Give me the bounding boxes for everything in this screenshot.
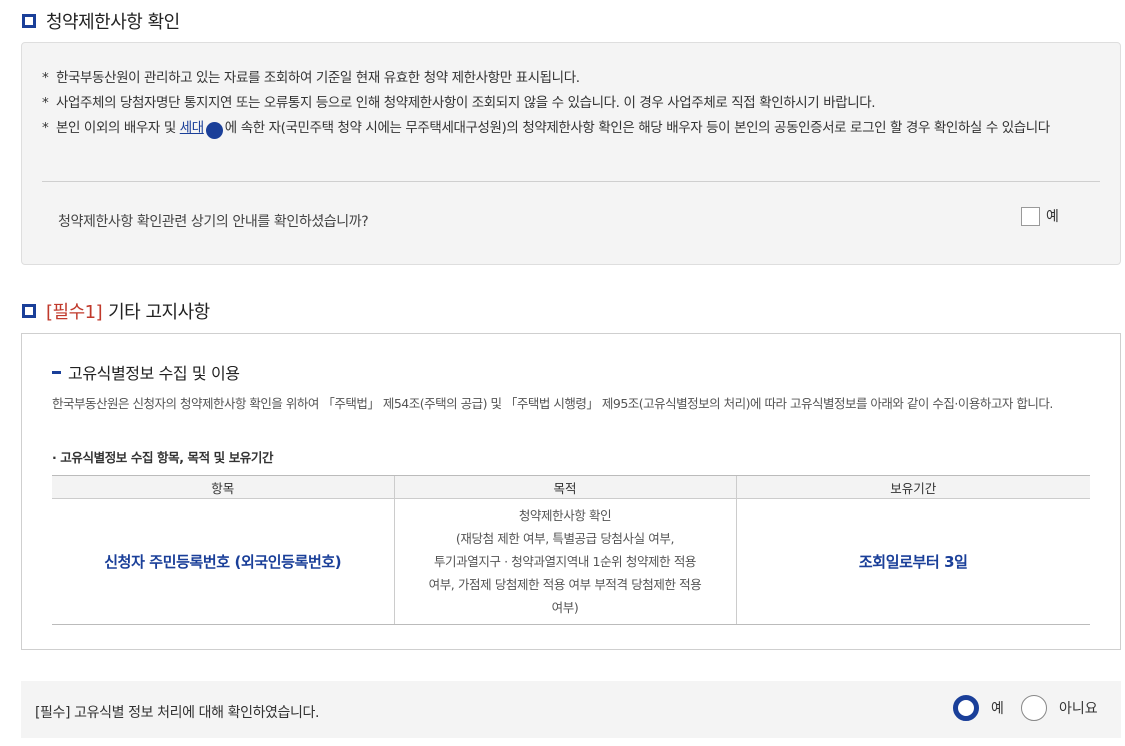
description: 한국부동산원은 신청자의 청약제한사항 확인을 위하여 「주택법」 제54조(주…: [52, 396, 1053, 411]
consent-no-label: 아니요: [1059, 701, 1098, 717]
purpose-line: 여부, 가점제 당첨제한 적용 여부 부적격 당첨제한 적용: [428, 577, 702, 592]
restriction-notice-panel: 한국부동산원이 관리하고 있는 자료를 조회하여 기준일 현재 유효한 청약 제…: [21, 42, 1121, 265]
purpose-line: 여부): [551, 600, 579, 615]
notice-list: 한국부동산원이 관리하고 있는 자료를 조회하여 기준일 현재 유효한 청약 제…: [42, 67, 1102, 142]
header-item: 항목: [52, 475, 394, 499]
sub-title: 고유식별정보 수집 및 이용: [52, 360, 240, 384]
sub-title-text: 고유식별정보 수집 및 이용: [68, 364, 240, 383]
confirm-checkbox[interactable]: [1021, 206, 1040, 226]
help-icon[interactable]: ?: [205, 122, 223, 139]
consent-yes-radio[interactable]: [953, 695, 979, 721]
consent-panel: [필수] 고유식별 정보 처리에 대해 확인하였습니다. 예 아니요: [21, 681, 1121, 738]
cell-period: 조회일로부터 3일: [735, 498, 1090, 625]
required-tag: [필수1]: [46, 302, 103, 323]
consent-question: [필수] 고유식별 정보 처리에 대해 확인하였습니다.: [35, 705, 320, 721]
square-bullet-icon: [22, 304, 36, 318]
restriction-title-text: 청약제한사항 확인: [46, 12, 180, 33]
unique-id-info-panel: 고유식별정보 수집 및 이용 한국부동산원은 신청자의 청약제한사항 확인을 위…: [21, 333, 1121, 650]
divider: [42, 181, 1100, 182]
cell-item: 신청자 주민등록번호 (외국인등록번호): [52, 498, 394, 625]
purpose-line: 청약제한사항 확인: [518, 508, 612, 523]
info-table: 항목 목적 보유기간 신청자 주민등록번호 (외국인등록번호) 청약제한사항 확…: [52, 475, 1090, 625]
header-period: 보유기간: [735, 475, 1090, 499]
square-bullet-icon: [22, 14, 36, 28]
notice-item: 사업주체의 당첨자명단 통지지연 또는 오류통지 등으로 인해 청약제한사항이 …: [42, 92, 1102, 114]
other-notice-title-text: 기타 고지사항: [108, 302, 210, 323]
consent-no-radio[interactable]: [1021, 695, 1047, 721]
consent-yes-label: 예: [991, 701, 1004, 717]
consent-yes-option[interactable]: 예: [953, 695, 1004, 721]
household-link[interactable]: 세대: [180, 120, 204, 136]
notice-item-text: 본인 이외의 배우자 및: [56, 120, 180, 136]
restriction-section-title: 청약제한사항 확인: [22, 8, 180, 34]
confirm-question: 청약제한사항 확인관련 상기의 안내를 확인하셨습니까?: [58, 214, 369, 230]
confirm-checkbox-wrap[interactable]: 예: [1021, 206, 1059, 226]
other-notice-section-title: [필수1] 기타 고지사항: [22, 298, 210, 324]
table-row: 신청자 주민등록번호 (외국인등록번호) 청약제한사항 확인 (재당첨 제한 여…: [52, 498, 1090, 625]
notice-item-text: 에 속한 자(국민주택 청약 시에는 무주택세대구성원)의 청약제한사항 확인은…: [224, 120, 1050, 136]
notice-item: 한국부동산원이 관리하고 있는 자료를 조회하여 기준일 현재 유효한 청약 제…: [42, 67, 1102, 89]
consent-no-option[interactable]: 아니요: [1021, 695, 1098, 721]
confirm-checkbox-label: 예: [1046, 209, 1059, 225]
purpose-line: 투기과열지구 · 청약과열지역내 1순위 청약제한 적용: [433, 554, 697, 569]
header-purpose: 목적: [393, 475, 736, 499]
cell-purpose: 청약제한사항 확인 (재당첨 제한 여부, 특별공급 당첨사실 여부, 투기과열…: [393, 498, 736, 625]
notice-item: 본인 이외의 배우자 및 세대?에 속한 자(국민주택 청약 시에는 무주택세대…: [42, 117, 1102, 139]
purpose-line: (재당첨 제한 여부, 특별공급 당첨사실 여부,: [455, 531, 675, 546]
table-header-row: 항목 목적 보유기간: [52, 475, 1090, 499]
list-heading: · 고유식별정보 수집 항목, 목적 및 보유기간: [52, 450, 274, 465]
dash-bullet-icon: [52, 370, 61, 374]
